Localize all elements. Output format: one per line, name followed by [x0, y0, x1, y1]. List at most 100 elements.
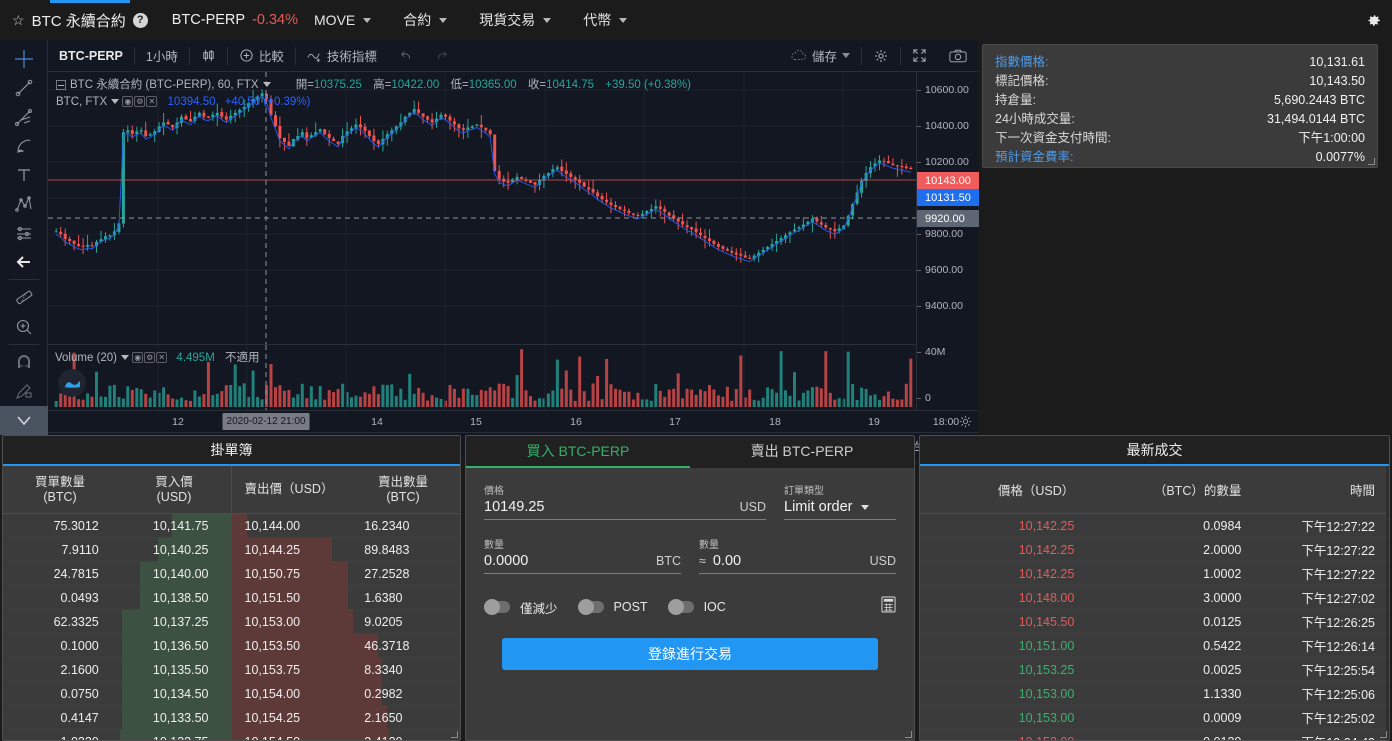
recent-trades-panel: 最新成交 價格（USD） （BTC）的數量 時間 10,142.25 0.0984… [919, 435, 1390, 741]
info-key[interactable]: 指數價格: [995, 53, 1196, 72]
eye-icon[interactable]: ◉ [122, 96, 134, 108]
size-btc-field[interactable]: 數量 0.0000 BTC [484, 536, 681, 574]
orderbook-row[interactable]: 2.1600 10,135.50 10,153.75 8.3340 [3, 658, 460, 682]
scrollbar[interactable] [1386, 466, 1389, 740]
eye-icon[interactable]: ◉ [132, 352, 144, 364]
bid-size: 0.0750 [60, 686, 99, 701]
menu-move[interactable]: MOVE [298, 0, 387, 40]
time-axis-label: 18 [769, 416, 781, 428]
size-usd-field[interactable]: 數量 ≈ 0.00 USD [699, 536, 896, 574]
magnet-icon[interactable] [4, 348, 44, 377]
chart-toolbar: BTC-PERP 1小時 比較 技術指標 儲存 [48, 40, 978, 72]
menu-tokens[interactable]: 代幣 [567, 0, 643, 40]
orderbook-row[interactable]: 0.1000 10,136.50 10,153.50 46.3718 [3, 634, 460, 658]
orderbook-row[interactable]: 7.9110 10,140.25 10,144.25 89.8483 [3, 538, 460, 562]
toggle-post-only[interactable] [577, 599, 604, 615]
size-usd-input[interactable]: 0.00 [713, 553, 870, 569]
tab-sell[interactable]: 賣出 BTC-PERP [690, 436, 914, 468]
trade-size: 3.0000 [1203, 590, 1242, 605]
chart-interval-label: 1小時 [145, 50, 178, 64]
orderbook-row[interactable]: 62.3325 10,137.25 10,153.00 9.0205 [3, 610, 460, 634]
volume-legend-title[interactable]: Volume (20) [55, 352, 117, 364]
orderbook-row[interactable]: 0.4147 10,133.50 10,154.25 2.1650 [3, 706, 460, 730]
resize-grip[interactable] [1380, 731, 1387, 738]
chart-plot-area[interactable] [48, 72, 916, 344]
chart-legend-title[interactable]: BTC 永續合約 (BTC-PERP), 60, FTX [70, 79, 259, 91]
chart-toolbar-right: 儲存 [780, 40, 978, 72]
time-axis-label: 19 [868, 416, 880, 428]
resize-grip[interactable] [1368, 158, 1375, 165]
chart-redo-button[interactable] [424, 40, 460, 72]
info-value: 10,143.50 [1309, 74, 1365, 88]
brush-icon[interactable] [4, 131, 44, 160]
info-key[interactable]: 預計資金費率: [995, 148, 1196, 167]
trend-line-icon[interactable] [4, 73, 44, 102]
price-tick [917, 306, 921, 307]
chart-fullscreen-button[interactable] [901, 40, 938, 72]
settings-icon[interactable]: ⚙ [144, 352, 156, 364]
toggle-ioc[interactable] [667, 599, 694, 615]
orderbook-row[interactable]: 75.3012 10,141.75 10,144.00 16.2340 [3, 514, 460, 538]
chart-interval-button[interactable]: 1小時 [135, 40, 189, 72]
ruler-icon[interactable] [4, 283, 44, 312]
trade-time: 下午12:25:06 [1301, 688, 1375, 702]
size-btc-input[interactable]: 0.0000 [484, 553, 656, 569]
chart-style-button[interactable] [190, 40, 227, 72]
price-axis[interactable]: 10600.0010400.0010200.0010000.009800.009… [916, 72, 979, 410]
chart-symbol-button[interactable]: BTC-PERP [48, 40, 134, 72]
orderbook-row[interactable]: 0.0493 10,138.50 10,151.50 1.6380 [3, 586, 460, 610]
price-input[interactable]: 10149.25 [484, 499, 740, 515]
text-icon[interactable] [4, 160, 44, 189]
trade-time: 下午12:24:43 [1241, 732, 1375, 740]
close-icon[interactable]: ✕ [156, 352, 168, 364]
time-axis-label: 18:00 [932, 416, 960, 428]
arrow-left-icon[interactable] [4, 247, 44, 276]
lock-pencil-icon[interactable] [4, 377, 44, 406]
chart-undo-button[interactable] [388, 40, 424, 72]
trade-time: 下午12:25:02 [1301, 712, 1375, 726]
ordertype-field[interactable]: 訂單類型 Limit order [784, 482, 896, 520]
bid-size: 24.7815 [53, 566, 99, 581]
volume-plot-area[interactable]: Volume (20) ◉ ⚙ ✕ 4.495M 不適用 [48, 344, 916, 410]
orderbook-row[interactable]: 1.022010,132.7510,154.503.4120 [3, 730, 460, 740]
price-field[interactable]: 價格 10149.25 USD [484, 482, 766, 520]
info-value: 31,494.0144 BTC [1267, 112, 1365, 126]
overlay-symbol[interactable]: BTC, FTX [56, 96, 107, 108]
close-icon[interactable]: ✕ [146, 96, 158, 108]
resize-grip[interactable] [905, 731, 912, 738]
toggle-reduce-only[interactable] [484, 599, 510, 615]
zoom-in-icon[interactable] [4, 312, 44, 341]
tab-buy[interactable]: 買入 BTC-PERP [466, 436, 690, 468]
question-mark-icon[interactable]: ? [132, 12, 148, 28]
chart-settings-button[interactable] [862, 40, 900, 72]
trade-price: 10,142.25 [1018, 566, 1075, 581]
pitchfork-icon[interactable] [4, 102, 44, 131]
trade-row: 10,142.25 0.0984 下午12:27:22 [920, 514, 1389, 538]
settings-icon[interactable]: ⚙ [134, 96, 146, 108]
collapse-icon[interactable] [56, 79, 66, 90]
nav-tab-btc-perp[interactable]: ☆ BTC 永續合約 ? [0, 0, 158, 40]
menu-futures[interactable]: 合約 [387, 0, 463, 40]
trade-price: 10,148.00 [1018, 590, 1075, 605]
time-axis[interactable]: 12 14 15 16 17 18 19 18:00 2020-02-12 21:00 [48, 410, 978, 432]
chart-indicators-button[interactable]: 技術指標 [296, 40, 388, 72]
forecast-icon[interactable] [4, 218, 44, 247]
nav-change-pct: -0.34% [252, 12, 299, 28]
orderbook-row[interactable]: 0.0750 10,134.50 10,154.00 0.2982 [3, 682, 460, 706]
time-axis-settings-icon[interactable] [959, 415, 972, 428]
orderbook-row[interactable]: 24.7815 10,140.00 10,150.75 27.2528 [3, 562, 460, 586]
menu-spot[interactable]: 現貨交易 [463, 0, 567, 40]
chart-save-button[interactable]: 儲存 [780, 40, 861, 72]
login-to-trade-button[interactable]: 登錄進行交易 [502, 638, 878, 670]
chart-save-label: 儲存 [811, 50, 837, 64]
trade-row: 10,148.00 3.0000 下午12:27:02 [920, 586, 1389, 610]
price-tick [917, 234, 921, 235]
star-icon[interactable]: ☆ [12, 12, 25, 29]
calculator-icon[interactable] [881, 596, 896, 618]
gear-icon[interactable] [1365, 12, 1382, 29]
crosshair-icon[interactable] [4, 44, 44, 73]
chart-compare-button[interactable]: 比較 [228, 40, 295, 72]
chevron-down-icon[interactable] [0, 405, 48, 435]
chart-snapshot-button[interactable] [938, 40, 978, 72]
pattern-icon[interactable] [4, 189, 44, 218]
